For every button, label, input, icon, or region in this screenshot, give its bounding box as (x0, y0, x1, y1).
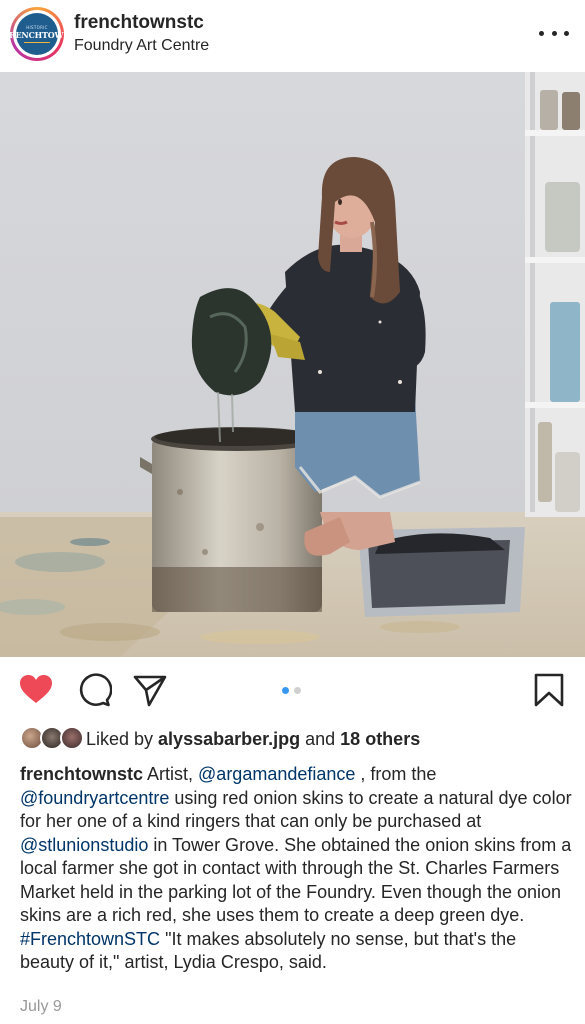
share-button[interactable] (132, 672, 168, 708)
paper-plane-icon (133, 675, 167, 707)
photo-artist-dyeing-fabric (0, 72, 585, 657)
caption-username[interactable]: frenchtownstc (20, 764, 143, 784)
story-avatar[interactable]: HISTORIC FRENCHTOWN (4, 7, 71, 61)
avatar-logo-main: FRENCHTOWN (3, 30, 71, 40)
ellipsis-icon (539, 30, 544, 36)
post-username[interactable]: frenchtownstc (74, 12, 204, 34)
liker-avatars (20, 726, 86, 752)
post-actions (0, 668, 585, 716)
comment-button[interactable] (76, 672, 113, 708)
likes-text: Liked by alyssabarber.jpg and 18 others (86, 728, 421, 749)
comment-bubble-icon (79, 673, 113, 707)
carousel-indicator (282, 687, 301, 694)
post-location[interactable]: Foundry Art Centre (74, 37, 209, 55)
likes-row[interactable]: Liked by alyssabarber.jpg and 18 others (20, 725, 580, 753)
mention-link[interactable]: @stlunionstudio (20, 835, 148, 855)
carousel-dot (294, 687, 301, 694)
post-header: HISTORIC FRENCHTOWN frenchtownstc Foundr… (0, 0, 585, 72)
post-photo[interactable] (0, 72, 585, 657)
hashtag-link[interactable]: #FrenchtownSTC (20, 929, 160, 949)
likes-others[interactable]: 18 others (340, 729, 420, 749)
bookmark-icon (534, 673, 564, 707)
avatar (60, 726, 84, 750)
like-button[interactable] (18, 672, 54, 708)
carousel-dot-active (282, 687, 289, 694)
mention-link[interactable]: @argamandefiance (198, 764, 355, 784)
mention-link[interactable]: @foundryartcentre (20, 788, 169, 808)
avatar: HISTORIC FRENCHTOWN (4, 13, 71, 55)
liker-username[interactable]: alyssabarber.jpg (158, 729, 300, 749)
post-date: July 9 (20, 998, 62, 1015)
post-caption: frenchtownstc Artist, @argamandefiance ,… (20, 764, 572, 972)
more-options-button[interactable] (539, 26, 569, 40)
heart-filled-icon (20, 675, 52, 703)
save-button[interactable] (531, 672, 567, 708)
